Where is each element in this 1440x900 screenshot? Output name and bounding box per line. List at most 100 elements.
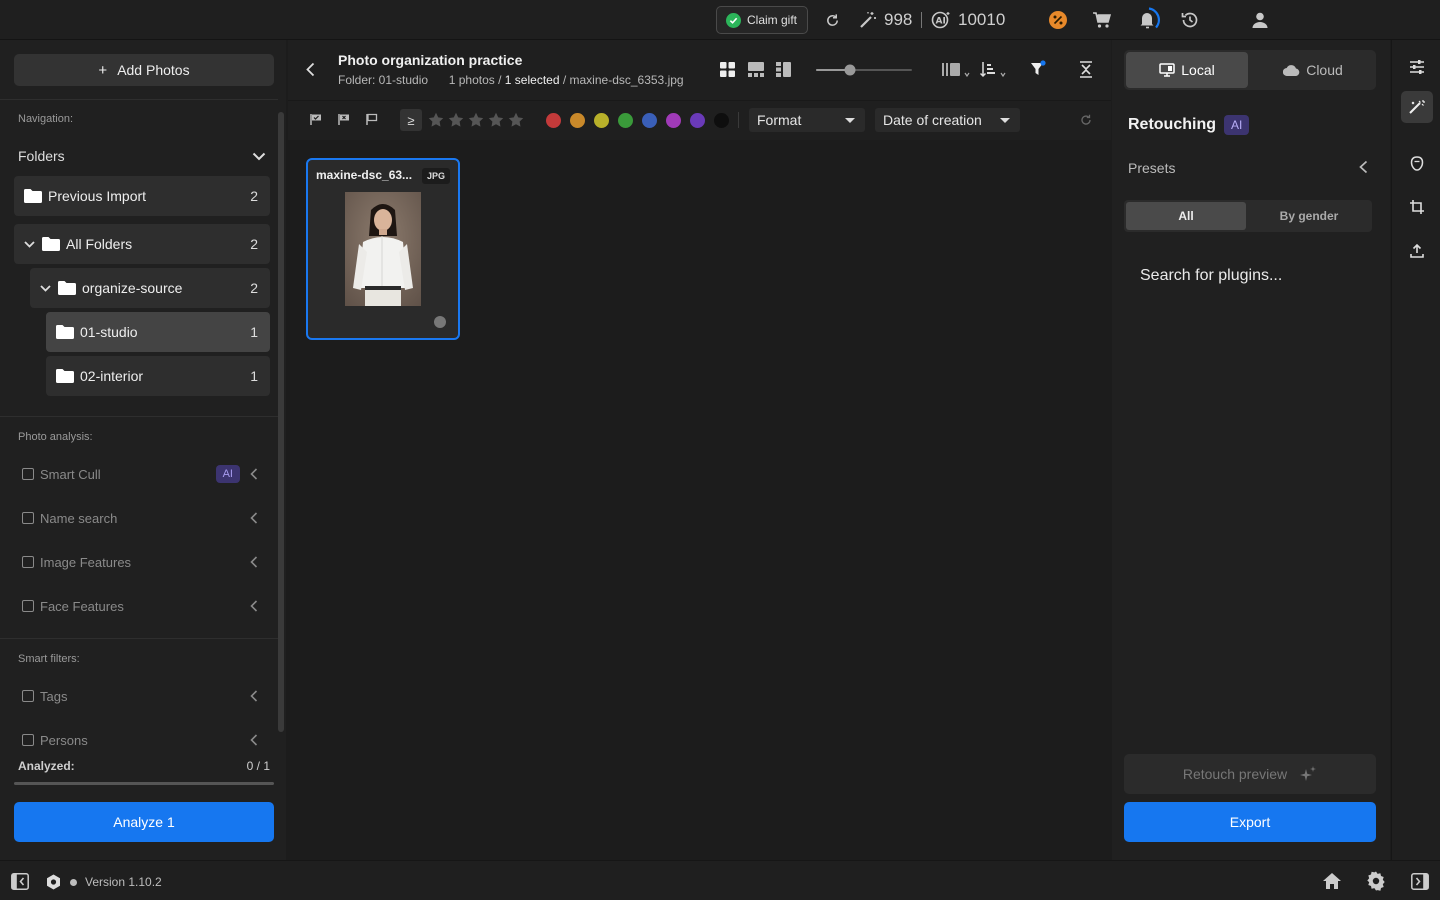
collapse-icon[interactable] (1079, 61, 1093, 78)
chevron-down-icon[interactable] (20, 240, 38, 248)
checkbox[interactable] (22, 690, 34, 702)
claim-gift-button[interactable]: Claim gift (716, 6, 808, 34)
export-icon[interactable] (1401, 235, 1433, 267)
thumbnail-size-slider[interactable] (816, 64, 912, 76)
version-info: Version 1.10.2 (70, 875, 162, 889)
plugin-search-placeholder[interactable]: Search for plugins... (1140, 267, 1282, 285)
chevron-down-icon[interactable] (36, 284, 54, 292)
grid-view-icon[interactable] (720, 62, 735, 77)
large-view-icon[interactable] (748, 62, 764, 77)
color-label-magenta[interactable] (666, 113, 681, 128)
cart-icon[interactable] (1092, 10, 1112, 30)
back-icon[interactable] (306, 62, 315, 77)
status-dot (70, 878, 77, 886)
format-dropdown[interactable]: Format (749, 108, 865, 132)
checkbox[interactable] (22, 512, 34, 524)
svg-text:AI: AI (936, 17, 946, 27)
cloud-icon (1283, 64, 1300, 76)
presets-header[interactable]: Presets (1128, 160, 1368, 176)
flag-pick-icon[interactable] (310, 113, 322, 126)
checkbox[interactable] (22, 468, 34, 480)
sort-icon[interactable] (980, 61, 1008, 78)
analysis-name-search[interactable]: Name search (18, 507, 268, 529)
retouch-preview-button[interactable]: Retouch preview (1124, 754, 1376, 794)
star-icon[interactable] (468, 112, 484, 128)
folders-header[interactable]: Folders (18, 146, 266, 166)
settings-icon[interactable] (1366, 871, 1386, 891)
star-icon[interactable] (488, 112, 504, 128)
filter-tags[interactable]: Tags (18, 685, 268, 707)
home-icon[interactable] (1322, 872, 1342, 890)
folders-label: Folders (18, 148, 65, 164)
folder-previous-import[interactable]: Previous Import 2 (14, 176, 270, 216)
color-label-red[interactable] (546, 113, 561, 128)
chevron-left-icon[interactable] (250, 600, 258, 612)
crop-icon[interactable] (1401, 191, 1433, 223)
folder-01-studio[interactable]: 01-studio 1 (46, 312, 270, 352)
color-label-orange[interactable] (570, 113, 585, 128)
retouch-tool-icon[interactable] (1401, 91, 1433, 123)
refresh-icon[interactable] (822, 10, 842, 30)
analyze-button[interactable]: Analyze 1 (14, 802, 274, 842)
photo-thumbnail[interactable]: maxine-dsc_63... JPG (306, 158, 460, 340)
notifications-icon[interactable] (1134, 6, 1162, 34)
thumbnail-filename: maxine-dsc_63... (316, 168, 413, 182)
cloud-tab-label: Cloud (1306, 62, 1343, 78)
chevron-left-icon[interactable] (250, 690, 258, 702)
adjustments-icon[interactable] (1401, 51, 1433, 83)
color-label-green[interactable] (618, 113, 633, 128)
add-photos-button[interactable]: + Add Photos (14, 54, 274, 86)
folder-count: 2 (250, 188, 258, 204)
left-sidebar: + Add Photos Navigation: Folders Previou… (0, 40, 286, 860)
chevron-left-icon[interactable] (250, 734, 258, 746)
star-icon[interactable] (508, 112, 524, 128)
chevron-left-icon[interactable] (250, 468, 258, 480)
folder-organize-source[interactable]: organize-source 2 (30, 268, 270, 308)
star-icon[interactable] (428, 112, 444, 128)
sort-dropdown[interactable]: Date of creation (875, 108, 1020, 132)
color-label-blue[interactable] (642, 113, 657, 128)
sidebar-scrollbar[interactable] (278, 112, 284, 732)
mask-icon[interactable] (1401, 147, 1433, 179)
filter-persons[interactable]: Persons (18, 729, 268, 751)
folder-all-folders[interactable]: All Folders 2 (14, 224, 270, 264)
folder-label: 02-interior (80, 368, 144, 384)
collapse-left-panel-icon[interactable] (11, 873, 29, 890)
folder-02-interior[interactable]: 02-interior 1 (46, 356, 270, 396)
flag-reject-icon[interactable] (338, 113, 350, 126)
cloud-tab[interactable]: Cloud (1252, 52, 1374, 88)
flag-unflagged-icon[interactable] (366, 113, 378, 126)
photo-count: 1 photos / (448, 73, 502, 87)
reset-filters-icon[interactable] (1080, 114, 1092, 126)
preset-tabs: All By gender (1124, 200, 1372, 232)
local-tab[interactable]: Local (1126, 52, 1248, 88)
tab-by-gender[interactable]: By gender (1249, 202, 1369, 230)
chevron-left-icon[interactable] (250, 512, 258, 524)
ai-badge: AI (215, 465, 240, 483)
library-icon[interactable] (942, 62, 970, 77)
analysis-image-features[interactable]: Image Features (18, 551, 268, 573)
star-rating-filter[interactable] (428, 112, 524, 128)
checkbox[interactable] (22, 556, 34, 568)
folder-icon (58, 281, 76, 295)
filter-icon[interactable] (1030, 60, 1046, 78)
checkbox[interactable] (22, 600, 34, 612)
collapse-right-panel-icon[interactable] (1411, 873, 1429, 890)
compare-view-icon[interactable] (776, 62, 791, 77)
color-label-purple[interactable] (690, 113, 705, 128)
rating-operator[interactable]: ≥ (400, 109, 422, 131)
color-label-yellow[interactable] (594, 113, 609, 128)
tab-all[interactable]: All (1126, 202, 1246, 230)
chevron-left-icon[interactable] (1359, 160, 1368, 174)
color-label-black[interactable] (714, 113, 729, 128)
export-button[interactable]: Export (1124, 802, 1376, 842)
analysis-smart-cull[interactable]: Smart Cull AI (18, 463, 268, 485)
history-icon[interactable] (1180, 10, 1200, 30)
add-photos-label: Add Photos (117, 62, 190, 78)
chevron-left-icon[interactable] (250, 556, 258, 568)
star-icon[interactable] (448, 112, 464, 128)
checkbox[interactable] (22, 734, 34, 746)
discount-icon[interactable] (1048, 10, 1068, 30)
analysis-face-features[interactable]: Face Features (18, 595, 268, 617)
user-account-icon[interactable] (1250, 10, 1270, 30)
